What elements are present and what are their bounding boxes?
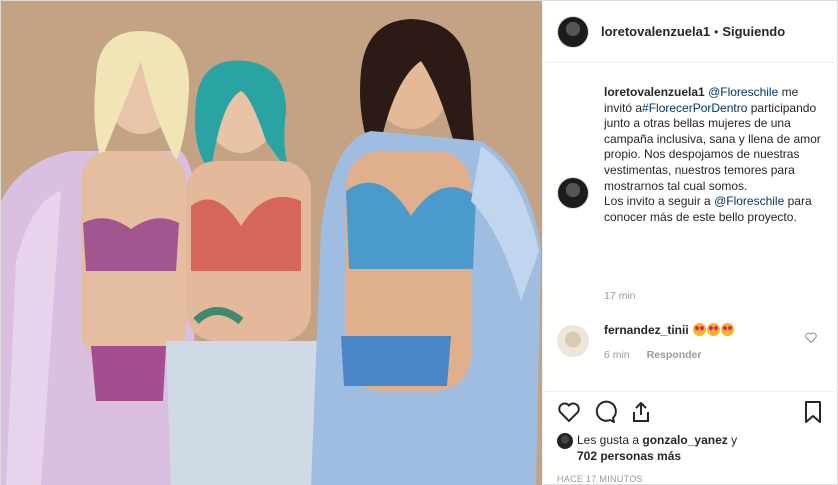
following-button[interactable]: Siguiendo (722, 24, 785, 39)
caption-username[interactable]: loretovalenzuela1 (604, 85, 705, 99)
like-comment-heart-icon[interactable] (805, 332, 817, 343)
caption-author-avatar[interactable] (557, 177, 589, 209)
post-actions: Les gusta a gonzalo_yanez y 702 personas… (543, 391, 838, 484)
post-timestamp[interactable]: HACE 17 MINUTOS (557, 474, 825, 484)
comment-icon[interactable] (593, 400, 617, 424)
separator-dot: • (714, 24, 719, 39)
reply-button[interactable]: Responder (647, 349, 702, 361)
comment-timestamp[interactable]: 6 min (604, 349, 630, 361)
mention-floreschile[interactable]: @Floreschile (708, 85, 778, 99)
likes-mid: y (727, 433, 738, 447)
liker-username[interactable]: gonzalo_yanez (642, 433, 727, 447)
caption-text: loretovalenzuela1 @Floreschile me invitó… (604, 85, 824, 225)
action-icons (557, 392, 825, 432)
heart-eyes-emoji-group (692, 323, 735, 337)
photo-illustration (1, 1, 542, 485)
heart-eyes-emoji (693, 323, 707, 336)
comment-text: fernandez_tinii (604, 323, 804, 337)
commenter-avatar[interactable] (557, 325, 589, 357)
hashtag-link[interactable]: #FlorecerPorDentro (642, 101, 747, 115)
heart-eyes-emoji (707, 323, 721, 336)
post-photo[interactable] (1, 1, 542, 485)
share-icon[interactable] (629, 400, 653, 424)
likes-others[interactable]: 702 personas más (577, 449, 681, 463)
author-username[interactable]: loretovalenzuela1 (601, 24, 710, 39)
mention-floreschile-2[interactable]: @Floreschile (714, 194, 784, 208)
caption-part-3: Los invito a seguir a (604, 194, 715, 209)
likes-prefix: Les gusta a (577, 433, 643, 447)
bookmark-icon[interactable] (801, 400, 825, 424)
comment-meta: 6 min Responder (604, 349, 715, 361)
liker-avatar[interactable] (557, 433, 573, 449)
heart-eyes-emoji (721, 323, 735, 336)
post-header: loretovalenzuela1 • Siguiendo (543, 1, 838, 63)
author-avatar[interactable] (557, 15, 589, 48)
likes-summary: Les gusta a gonzalo_yanez y 702 personas… (557, 432, 825, 464)
instagram-post: loretovalenzuela1 • Siguiendo loretovale… (0, 0, 838, 485)
heart-icon[interactable] (557, 400, 581, 424)
commenter-username[interactable]: fernandez_tinii (604, 323, 689, 337)
post-sidebar: loretovalenzuela1 • Siguiendo loretovale… (542, 1, 838, 485)
caption-timestamp[interactable]: 17 min (604, 290, 636, 302)
comments-section: loretovalenzuela1 @Floreschile me invitó… (543, 63, 838, 391)
